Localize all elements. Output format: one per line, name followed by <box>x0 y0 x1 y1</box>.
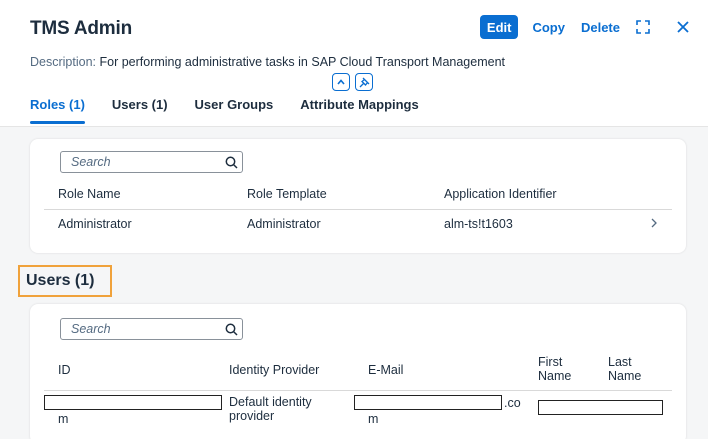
delete-button[interactable]: Delete <box>581 20 620 35</box>
page-title: TMS Admin <box>30 18 132 39</box>
search-placeholder: Search <box>71 322 111 336</box>
copy-button[interactable]: Copy <box>532 20 565 35</box>
collapse-header-icon[interactable] <box>332 73 350 91</box>
edit-button[interactable]: Edit <box>479 15 519 39</box>
tab-user-groups[interactable]: User Groups <box>195 97 274 124</box>
role-template-cell: Administrator <box>247 217 321 231</box>
identity-provider-cell: Default identity provider <box>229 395 312 423</box>
redacted-name <box>538 400 663 415</box>
tab-bar: Roles (1) Users (1) User Groups Attribut… <box>30 97 419 124</box>
column-header: ID <box>58 363 71 377</box>
roles-search-input[interactable]: Search <box>60 151 243 173</box>
users-table-card: Search ID Identity Provider E-Mail First… <box>30 304 686 439</box>
object-page-header: TMS Admin Edit Copy Delete Description: … <box>0 0 708 127</box>
fullscreen-icon[interactable] <box>632 16 654 38</box>
column-header: Last Name <box>608 355 642 383</box>
tab-users[interactable]: Users (1) <box>112 97 168 124</box>
table-row[interactable]: Administrator Administrator alm-ts!t1603 <box>44 211 672 241</box>
user-id-cell: m <box>58 412 69 426</box>
description: Description: For performing administrati… <box>30 55 505 69</box>
search-icon[interactable] <box>220 156 242 169</box>
header-actions: Edit Copy Delete <box>479 15 694 39</box>
email-cell: .co <box>504 396 521 410</box>
pin-header-icon[interactable] <box>355 73 373 91</box>
users-section-title: Users (1) <box>18 265 112 297</box>
description-text: For performing administrative tasks in S… <box>99 55 505 69</box>
redacted-id <box>44 395 222 410</box>
column-header: First Name <box>538 355 572 383</box>
close-icon[interactable] <box>672 16 694 38</box>
users-table-header: ID Identity Provider E-Mail First Name L… <box>44 348 672 391</box>
users-search-input[interactable]: Search <box>60 318 243 340</box>
column-header: Role Name <box>58 187 121 201</box>
roles-table-card: Search Role Name Role Template Applicati… <box>30 139 686 253</box>
header-toggle-group <box>332 73 373 91</box>
tab-roles[interactable]: Roles (1) <box>30 97 85 124</box>
search-placeholder: Search <box>71 155 111 169</box>
role-name-cell: Administrator <box>58 217 132 231</box>
column-header: Application Identifier <box>444 187 557 201</box>
tab-attribute-mappings[interactable]: Attribute Mappings <box>300 97 418 124</box>
column-header: Role Template <box>247 187 327 201</box>
description-label: Description: <box>30 55 96 69</box>
chevron-right-icon[interactable] <box>650 217 658 231</box>
search-icon[interactable] <box>220 323 242 336</box>
column-header: E-Mail <box>368 363 404 377</box>
email-cell-tail: m <box>368 412 379 426</box>
column-header: Identity Provider <box>229 363 320 377</box>
app-id-cell: alm-ts!t1603 <box>444 217 513 231</box>
roles-table-header: Role Name Role Template Application Iden… <box>44 181 672 210</box>
table-row[interactable]: m Default identity provider .co m <box>44 392 672 432</box>
redacted-email <box>354 395 502 410</box>
